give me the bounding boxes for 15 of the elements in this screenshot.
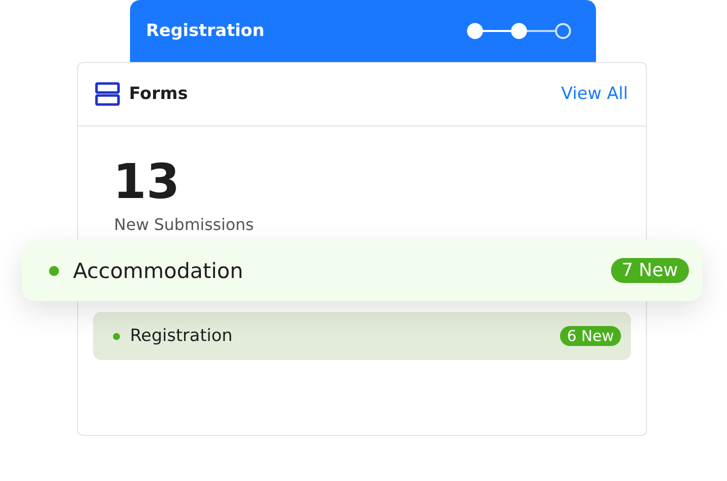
form-name: Registration bbox=[130, 326, 233, 346]
card-title: Forms bbox=[129, 84, 188, 104]
highlighted-form-item[interactable]: Accommodation 7 New bbox=[22, 240, 702, 301]
count-label: New Submissions bbox=[114, 215, 255, 234]
header-title: Registration bbox=[146, 21, 264, 41]
forms-icon bbox=[95, 82, 120, 106]
new-count-badge: 6 New bbox=[560, 326, 621, 346]
progress-steps-icon bbox=[466, 22, 572, 40]
submission-count: 13 bbox=[113, 153, 181, 212]
view-all-link[interactable]: View All bbox=[561, 84, 628, 104]
status-dot bbox=[113, 332, 120, 340]
form-name: Accommodation bbox=[73, 258, 244, 282]
form-list-item[interactable]: Registration 6 New bbox=[93, 312, 631, 360]
new-count-badge: 7 New bbox=[610, 258, 689, 283]
status-dot bbox=[49, 266, 59, 276]
